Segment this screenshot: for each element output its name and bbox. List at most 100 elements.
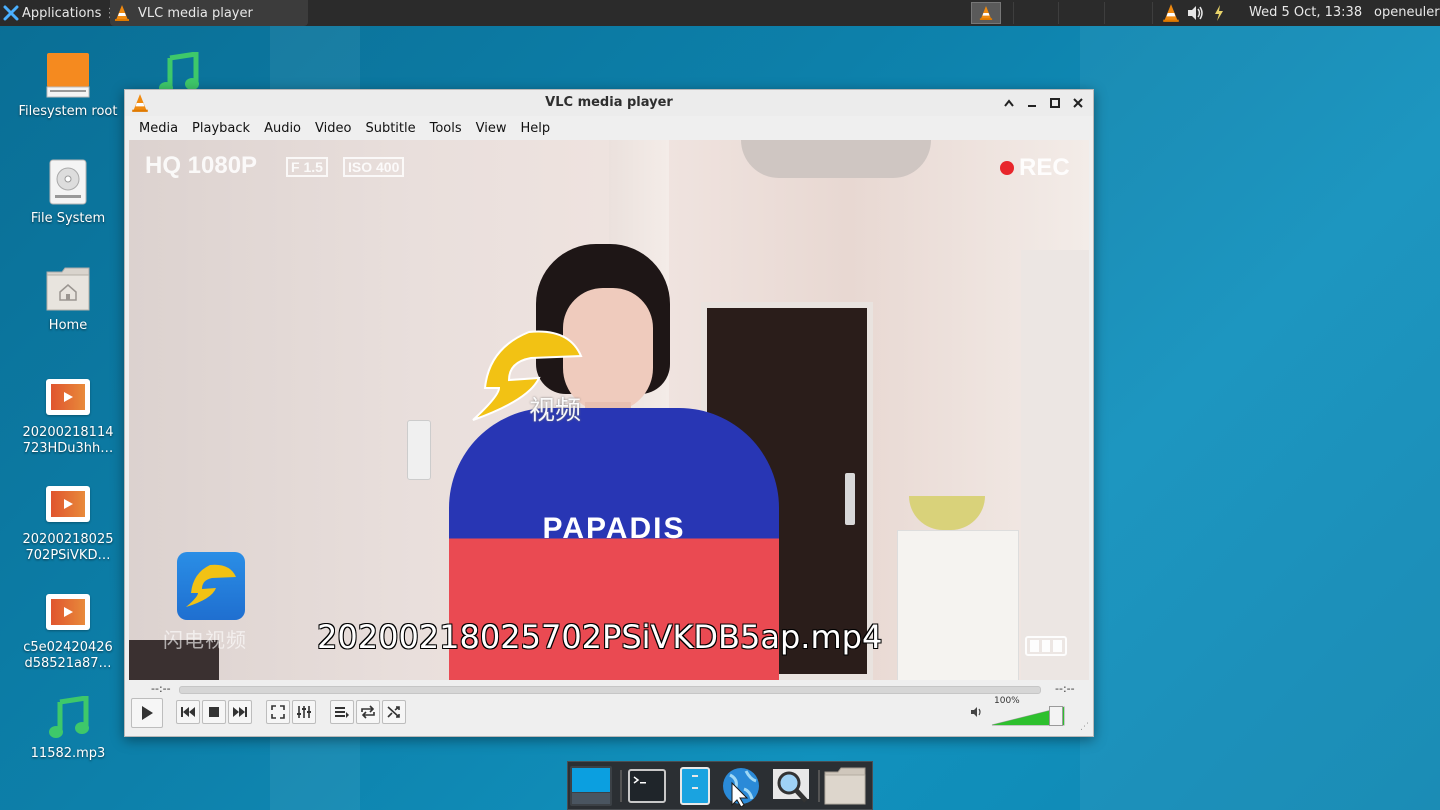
shuffle-button[interactable] xyxy=(382,700,406,724)
window-shade-button[interactable] xyxy=(1000,94,1018,112)
stop-button[interactable] xyxy=(202,700,226,724)
video-area[interactable]: PAPADIS HQ 1080P F 1.5 ISO 400 REC 视频 闪电… xyxy=(129,140,1089,680)
workspace-vlc-indicator[interactable] xyxy=(971,2,1001,24)
dock-file-manager[interactable] xyxy=(674,766,716,806)
battery-icon xyxy=(1025,636,1067,656)
user-menu[interactable]: openeuler xyxy=(1374,0,1440,26)
maximize-button[interactable] xyxy=(1046,94,1064,112)
dock-search[interactable] xyxy=(770,766,812,806)
next-button[interactable] xyxy=(228,700,252,724)
osd-filename: 20200218025702PSiVKDB5ap.mp4 xyxy=(317,618,883,656)
equalizer-sliders-icon xyxy=(297,706,311,718)
desktop-icon-video-3[interactable]: c5e02420426 d58521a87… xyxy=(13,594,123,672)
loop-button[interactable] xyxy=(356,700,380,724)
vlc-cone-icon xyxy=(979,6,993,20)
previous-button[interactable] xyxy=(176,700,200,724)
play-button[interactable] xyxy=(131,698,163,728)
ceiling-light xyxy=(741,140,931,178)
playlist-icon xyxy=(335,707,349,718)
desktop-icon-file-system[interactable]: File System xyxy=(13,159,123,227)
controls-area: --:-- --:-- 100% ⋰ xyxy=(125,680,1093,736)
desktop-icon-label: 20200218025 702PSiVKD… xyxy=(22,532,114,563)
dock-terminal[interactable] xyxy=(626,766,668,806)
channel-logo-icon xyxy=(177,552,245,620)
hud-rec: REC xyxy=(1019,154,1070,181)
maximize-icon xyxy=(1050,98,1060,108)
desktop-bg-panel xyxy=(1080,26,1440,810)
desktop-icon-video-2[interactable]: 20200218025 702PSiVKD… xyxy=(13,486,123,564)
globe-icon xyxy=(723,768,759,807)
workspace-divider xyxy=(1058,2,1059,24)
playlist-button[interactable] xyxy=(330,700,354,724)
extended-settings-button[interactable] xyxy=(292,700,316,724)
system-tray xyxy=(1162,0,1228,26)
top-panel: Applications ⋮ VLC media player Wed 5 Oc… xyxy=(0,0,1440,26)
magnifier-icon xyxy=(773,769,809,803)
dock xyxy=(567,761,873,810)
elapsed-time: --:-- xyxy=(151,682,171,695)
menu-audio[interactable]: Audio xyxy=(257,121,308,136)
vlc-window: VLC media player Media Playback Audio Vi… xyxy=(124,89,1094,737)
clock[interactable]: Wed 5 Oct, 13:38 xyxy=(1249,0,1362,26)
desktop-icon-label: 11582.mp3 xyxy=(30,746,106,761)
applications-menu-button[interactable]: Applications ⋮ xyxy=(0,0,116,26)
seek-slider[interactable] xyxy=(179,686,1041,694)
menu-video[interactable]: Video xyxy=(308,121,358,136)
speaker-volume-icon[interactable] xyxy=(1186,5,1204,21)
desktop-icon-video-1[interactable]: 20200218114 723HDu3hh… xyxy=(13,379,123,457)
skip-forward-icon xyxy=(233,707,247,717)
speaker-volume-icon[interactable] xyxy=(970,706,984,718)
menu-bar: Media Playback Audio Video Subtitle Tool… xyxy=(125,116,1093,140)
resize-grip[interactable]: ⋰ xyxy=(1080,722,1089,732)
sweater-text: PAPADIS xyxy=(542,512,686,545)
channel-logo-text: 闪电视频 xyxy=(163,628,247,652)
menu-playback[interactable]: Playback xyxy=(185,121,257,136)
dock-show-desktop[interactable] xyxy=(570,766,612,806)
taskbar-item-label: VLC media player xyxy=(138,5,253,21)
harddisk-icon xyxy=(49,159,87,205)
network-status-icon[interactable] xyxy=(1210,4,1228,22)
desktop-icon-mp3[interactable]: 11582.mp3 xyxy=(13,695,123,762)
volume-handle[interactable] xyxy=(1049,706,1063,726)
file-manager-icon xyxy=(680,767,710,805)
desktop-icon-filesystem-root[interactable]: Filesystem root xyxy=(13,52,123,120)
workspace-divider xyxy=(1152,2,1153,24)
hud-aperture: F 1.5 xyxy=(286,157,328,177)
total-time: --:-- xyxy=(1055,682,1075,695)
rec-dot-icon xyxy=(1000,161,1014,175)
workspace-divider xyxy=(1104,2,1105,24)
chevron-up-icon xyxy=(1004,99,1014,107)
fullscreen-button[interactable] xyxy=(266,700,290,724)
menu-subtitle[interactable]: Subtitle xyxy=(358,121,422,136)
skip-back-icon xyxy=(181,707,195,717)
desktop-icon-label: 20200218114 723HDu3hh… xyxy=(22,425,114,456)
desktop-icon-label: Home xyxy=(48,318,88,333)
desktop-icon-label: File System xyxy=(30,211,106,226)
menu-view[interactable]: View xyxy=(469,121,514,136)
stop-icon xyxy=(209,707,219,717)
applications-menu-icon xyxy=(3,5,19,21)
window-titlebar[interactable]: VLC media player xyxy=(125,90,1093,116)
menu-tools[interactable]: Tools xyxy=(423,121,469,136)
vlc-tray-icon[interactable] xyxy=(1162,3,1180,23)
window-title: VLC media player xyxy=(545,95,673,110)
play-icon xyxy=(142,706,153,720)
video-file-icon xyxy=(46,486,90,522)
fullscreen-icon xyxy=(271,705,285,719)
menu-media[interactable]: Media xyxy=(132,121,185,136)
desktop-icon-label: Filesystem root xyxy=(18,104,118,119)
shuffle-icon xyxy=(387,706,400,718)
dock-web-browser[interactable] xyxy=(720,766,762,807)
dock-folder[interactable] xyxy=(824,766,866,806)
taskbar-item-vlc[interactable]: VLC media player xyxy=(110,0,308,26)
video-file-icon xyxy=(46,594,90,630)
desktop-icon-home[interactable]: Home xyxy=(13,266,123,334)
folder-icon xyxy=(824,767,866,805)
volume-slider[interactable] xyxy=(991,706,1065,726)
video-file-icon xyxy=(46,379,90,415)
show-desktop-icon xyxy=(572,768,610,804)
minimize-button[interactable] xyxy=(1023,94,1041,112)
applications-label: Applications xyxy=(22,5,102,21)
menu-help[interactable]: Help xyxy=(514,121,558,136)
close-button[interactable] xyxy=(1069,94,1087,112)
